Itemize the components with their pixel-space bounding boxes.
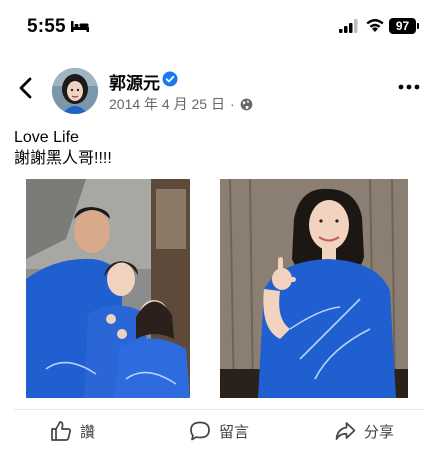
comment-icon	[190, 421, 210, 441]
post-meta: 2014 年 4 月 25 日 ·	[109, 94, 253, 114]
like-button[interactable]: 讚	[50, 420, 95, 442]
meta-separator: ·	[229, 96, 235, 112]
photo-grid	[0, 179, 437, 398]
globe-icon	[240, 98, 252, 110]
status-bar: 5:55 97	[0, 0, 437, 56]
thumbs-up-icon	[51, 421, 71, 441]
status-time: 5:55	[27, 16, 66, 37]
back-arrow-icon[interactable]	[16, 76, 36, 100]
author-name[interactable]: 郭源元	[109, 69, 160, 94]
like-label: 讚	[80, 423, 96, 441]
post-text: Love Life 謝謝黑人哥!!!!	[14, 127, 112, 169]
post-text-line: 謝謝黑人哥!!!!	[14, 150, 112, 167]
post-text-line: Love Life	[14, 129, 79, 146]
bed-icon	[71, 21, 89, 32]
more-icon[interactable]	[398, 82, 420, 92]
battery-icon: 97	[389, 18, 416, 34]
photo-group-selfie[interactable]	[26, 179, 190, 398]
share-button[interactable]: 分享	[334, 420, 394, 442]
share-icon	[335, 422, 356, 440]
wifi-icon	[366, 19, 384, 32]
battery-cap	[417, 23, 419, 29]
avatar[interactable]	[52, 68, 98, 114]
verified-icon	[162, 71, 178, 87]
comment-label: 留言	[219, 423, 250, 441]
share-label: 分享	[364, 423, 395, 441]
comment-button[interactable]: 留言	[189, 420, 249, 442]
battery-level: 97	[395, 19, 410, 33]
action-bar: 讚 留言 分享	[0, 412, 437, 450]
post-date[interactable]: 2014 年 4 月 25 日	[109, 94, 225, 114]
divider	[14, 409, 423, 410]
post-header: 郭源元 2014 年 4 月 25 日 ·	[0, 62, 437, 118]
photo-portrait[interactable]	[220, 179, 408, 398]
signal-icon	[339, 19, 358, 33]
